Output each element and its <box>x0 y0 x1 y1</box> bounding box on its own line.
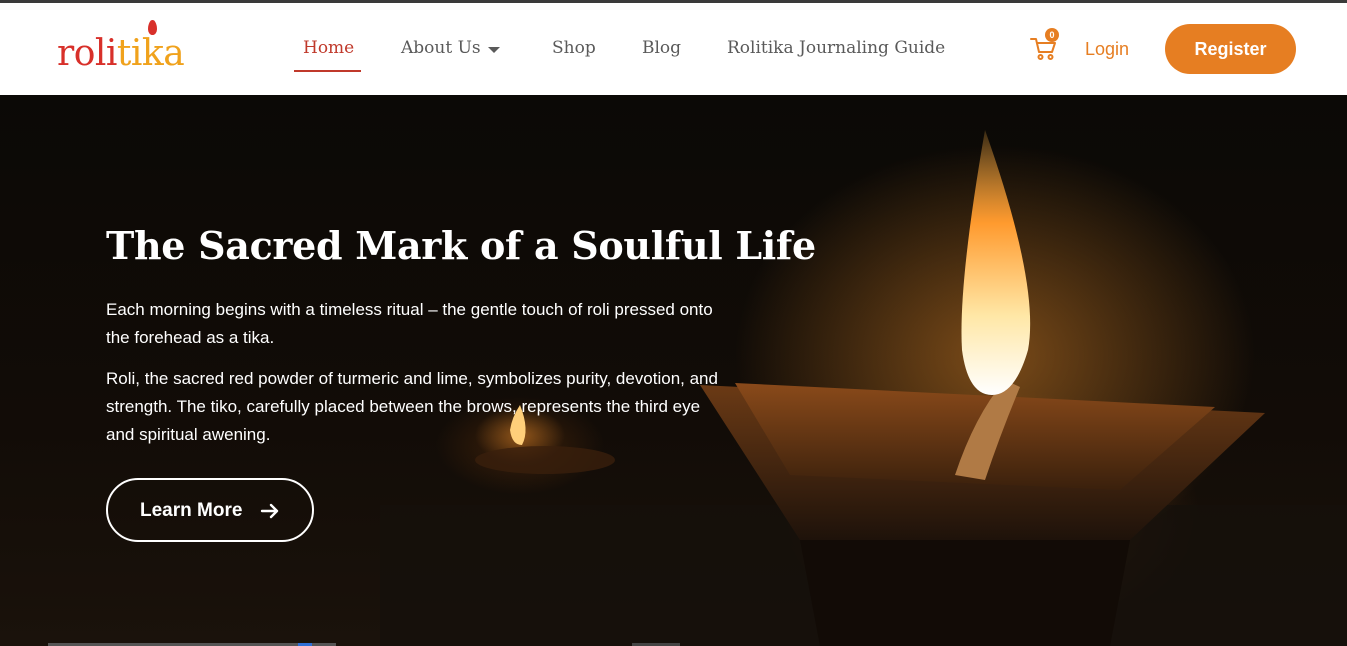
hero-paragraph-2: Roli, the sacred red powder of turmeric … <box>106 369 718 444</box>
nav-blog[interactable]: Blog <box>642 35 681 61</box>
register-button[interactable]: Register <box>1165 24 1296 74</box>
nav-home[interactable]: Home <box>303 35 354 61</box>
hero-title: The Sacred Mark of a Soulful Life <box>106 223 816 268</box>
nav-journaling-guide[interactable]: Rolitika Journaling Guide <box>727 35 945 61</box>
chevron-down-icon[interactable] <box>488 47 500 53</box>
site-header: rolitika Home About Us Shop Blog Rolitik… <box>0 3 1347 95</box>
hero-paragraph-1: Each morning begins with a timeless ritu… <box>106 300 713 347</box>
learn-more-label: Learn More <box>140 500 243 521</box>
nav-active-underline <box>294 70 361 72</box>
main-nav: Home About Us Shop Blog Rolitika Journal… <box>0 3 1347 95</box>
learn-more-button[interactable]: Learn More <box>106 478 314 542</box>
nav-shop[interactable]: Shop <box>552 35 596 61</box>
hero-section: The Sacred Mark of a Soulful Life Each m… <box>0 95 1347 646</box>
cart-count-badge: 0 <box>1045 28 1059 42</box>
arrow-right-icon <box>260 503 279 519</box>
login-link[interactable]: Login <box>1085 38 1129 60</box>
nav-about-us[interactable]: About Us <box>401 35 481 61</box>
